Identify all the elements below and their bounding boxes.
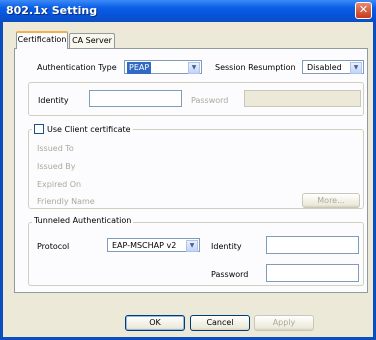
tunneled-auth-legend: Tunneled Authentication [32, 216, 134, 225]
friendly-name-label: Friendly Name [37, 197, 95, 206]
auth-type-select[interactable]: PEAP ▼ [124, 60, 202, 74]
window-title: 802.1x Setting [6, 4, 98, 17]
password-label: Password [191, 96, 229, 105]
identity-label: Identity [38, 96, 69, 105]
tab-certification-label: Certification [17, 35, 67, 44]
session-resumption-select[interactable]: Disabled ▼ [302, 60, 364, 74]
more-button[interactable]: More... [302, 193, 360, 208]
ok-button[interactable]: OK [125, 315, 185, 331]
tab-ca-server-label: CA Server [72, 36, 112, 45]
tab-ca-server[interactable]: CA Server [69, 33, 115, 49]
session-resumption-value: Disabled [307, 63, 342, 72]
chevron-down-icon[interactable]: ▼ [186, 240, 198, 252]
issued-by-label: Issued By [37, 162, 76, 171]
tunneled-identity-label: Identity [211, 242, 242, 251]
close-button[interactable]: ✕ [355, 2, 372, 19]
protocol-select[interactable]: EAP-MSCHAP v2 ▼ [107, 238, 200, 252]
protocol-label: Protocol [37, 242, 70, 251]
auth-type-value: PEAP [127, 62, 152, 74]
session-resumption-label: Session Resumption [215, 63, 296, 72]
chevron-down-icon[interactable]: ▼ [350, 62, 362, 74]
auth-type-label: Authentication Type [37, 63, 117, 72]
tunneled-password-label: Password [211, 270, 249, 279]
expired-on-label: Expired On [37, 180, 82, 189]
apply-button[interactable]: Apply [254, 315, 314, 331]
use-client-certificate-checkbox[interactable] [34, 124, 44, 134]
tab-certification[interactable]: Certification [16, 31, 68, 49]
chevron-down-icon[interactable]: ▼ [188, 62, 200, 74]
tunneled-password-input[interactable] [266, 264, 359, 282]
protocol-value: EAP-MSCHAP v2 [112, 241, 177, 250]
use-client-certificate-label: Use Client certificate [47, 124, 131, 134]
tunneled-identity-input[interactable] [266, 236, 359, 254]
password-input[interactable] [244, 90, 361, 107]
issued-to-label: Issued To [37, 144, 74, 153]
identity-input[interactable] [89, 90, 182, 107]
cancel-button[interactable]: Cancel [190, 315, 250, 331]
client-certificate-legend[interactable]: Use Client certificate [32, 123, 133, 135]
close-icon: ✕ [358, 3, 369, 16]
